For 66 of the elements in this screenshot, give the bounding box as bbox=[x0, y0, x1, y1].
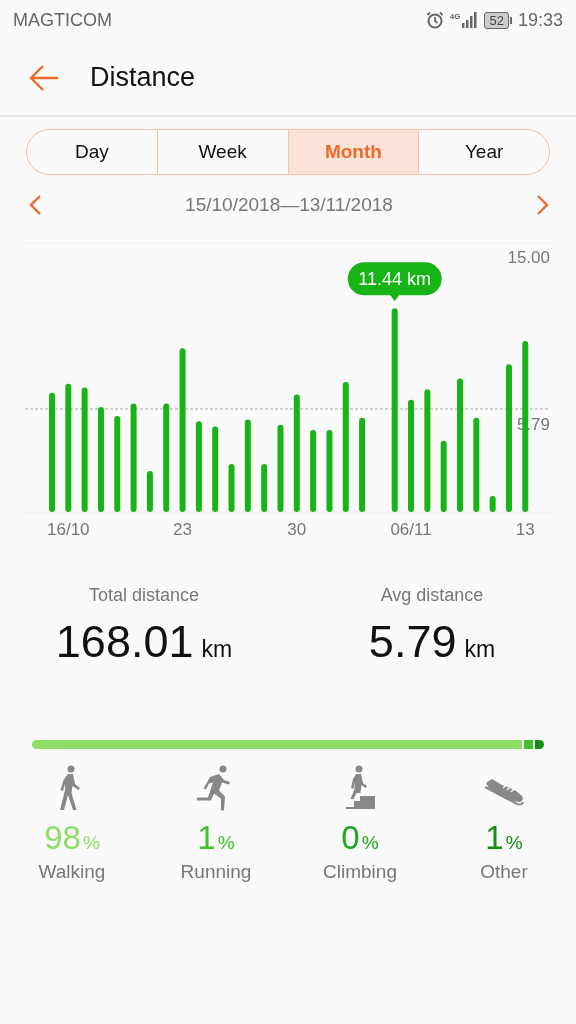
percent-sign: % bbox=[361, 832, 379, 854]
activity-label: Climbing bbox=[323, 861, 397, 883]
percent-sign: % bbox=[217, 832, 235, 854]
percent-sign: % bbox=[82, 832, 100, 854]
stat-value: 5.79 bbox=[368, 616, 457, 668]
carrier-name: MAGTICOM bbox=[13, 9, 112, 31]
bar[interactable] bbox=[97, 407, 104, 512]
activity-label: Walking bbox=[38, 861, 106, 883]
percent-value: 98 bbox=[44, 819, 81, 857]
stat-label: Total distance bbox=[88, 585, 200, 606]
network-type: 4G bbox=[449, 12, 461, 21]
clock-time: 19:33 bbox=[517, 9, 563, 31]
unit-label: km bbox=[464, 636, 496, 663]
bar[interactable] bbox=[81, 387, 88, 512]
page-title: Distance bbox=[90, 62, 196, 93]
bar[interactable] bbox=[212, 426, 219, 512]
bar[interactable] bbox=[326, 430, 333, 512]
bar[interactable] bbox=[424, 389, 431, 512]
bar[interactable] bbox=[440, 440, 447, 512]
bar[interactable] bbox=[505, 364, 512, 512]
bar[interactable] bbox=[359, 417, 366, 512]
axis-label: 16/10 bbox=[47, 520, 90, 539]
signal-icon bbox=[462, 12, 479, 28]
alarm-icon bbox=[425, 11, 444, 29]
stat-label: Avg distance bbox=[380, 585, 484, 606]
bar[interactable] bbox=[244, 419, 251, 512]
stat-value: 168.01 bbox=[55, 616, 194, 668]
value-tooltip: 11.44 km bbox=[347, 262, 442, 302]
axis-label: 30 bbox=[287, 520, 307, 539]
axis-label: 13 bbox=[515, 520, 535, 539]
activity-label: Other bbox=[480, 861, 528, 883]
bar[interactable] bbox=[130, 403, 137, 512]
period-tab[interactable]: Week bbox=[156, 130, 288, 174]
previous-icon[interactable] bbox=[28, 194, 42, 216]
bar[interactable] bbox=[391, 308, 398, 512]
period-tab[interactable]: Day bbox=[27, 130, 157, 174]
bar[interactable] bbox=[489, 496, 496, 512]
bar[interactable] bbox=[277, 424, 284, 512]
percent-sign: % bbox=[505, 832, 523, 854]
bar[interactable] bbox=[65, 383, 72, 512]
bar[interactable] bbox=[179, 348, 186, 512]
bar[interactable] bbox=[228, 463, 235, 512]
axis-label: 06/11 bbox=[390, 520, 432, 539]
battery-level: 52 bbox=[484, 11, 509, 29]
bar[interactable] bbox=[49, 392, 55, 512]
date-range: 15/10/2018—13/11/2018 bbox=[185, 194, 393, 216]
bar[interactable] bbox=[342, 382, 349, 512]
bar[interactable] bbox=[293, 394, 300, 512]
stairs-climbing-icon bbox=[344, 765, 376, 811]
bar[interactable] bbox=[408, 399, 415, 512]
next-icon[interactable] bbox=[536, 194, 550, 216]
bar[interactable] bbox=[163, 403, 170, 512]
bar[interactable] bbox=[473, 417, 480, 512]
percent-value: 1 bbox=[485, 819, 504, 857]
bar[interactable] bbox=[310, 430, 317, 512]
axis-label: 23 bbox=[173, 520, 192, 539]
unit-label: km bbox=[201, 636, 233, 663]
percent-value: 0 bbox=[341, 819, 360, 857]
activity-label: Running bbox=[180, 861, 252, 883]
bar[interactable] bbox=[261, 463, 268, 512]
period-tab[interactable]: Year bbox=[418, 130, 549, 174]
bar[interactable] bbox=[114, 415, 121, 512]
bar[interactable] bbox=[195, 421, 202, 512]
percent-value: 1 bbox=[197, 819, 216, 857]
bar[interactable] bbox=[146, 471, 153, 512]
axis-label: 15.00 bbox=[507, 248, 550, 267]
